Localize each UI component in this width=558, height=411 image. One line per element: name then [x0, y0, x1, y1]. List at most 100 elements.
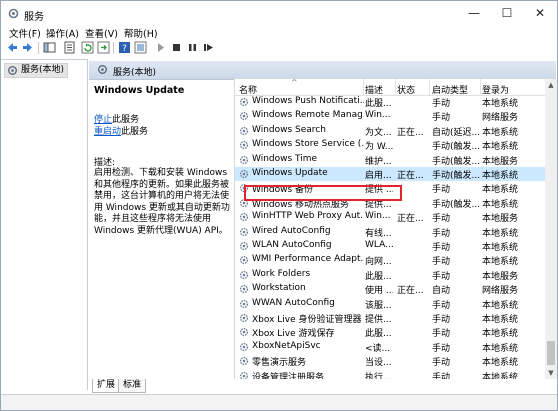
start-icon[interactable] [154, 41, 167, 54]
service-gear-icon [239, 255, 249, 265]
service-logon-as: 本地系统 [482, 128, 519, 138]
properties-icon[interactable] [63, 41, 76, 54]
maximize-button[interactable]: ☐ [492, 1, 522, 27]
table-row[interactable]: WWAN AutoConfig 该服... 手动 本地系统 [235, 297, 545, 311]
service-logon-as: 本地系统 [482, 142, 519, 152]
services-list: ^ 名称 描述 状态 启动类型 登录为 Windows Push Notific… [234, 78, 557, 379]
service-name: Windows Remote Manag... [252, 110, 364, 120]
service-startup-type: 手动 [432, 113, 451, 123]
restart-service-link[interactable]: 重启动 [94, 124, 121, 137]
table-row[interactable]: Windows Time 维护... 手动(触发... 本地服务 [235, 153, 545, 167]
service-name: Workstation [252, 283, 306, 293]
service-gear-icon [239, 169, 249, 179]
sort-ascending-icon: ^ [291, 78, 298, 87]
tab-extended[interactable]: 扩展 [92, 379, 121, 393]
stop-icon[interactable] [170, 41, 183, 54]
service-logon-as: 本地系统 [482, 329, 519, 339]
service-description: 此服... [365, 99, 392, 109]
table-row[interactable]: Windows Store Service (... 为 W... 手动(触发...… [235, 138, 545, 152]
close-button[interactable]: ✕ [525, 1, 555, 27]
service-name: Wired AutoConfig [252, 226, 331, 236]
service-description: 启用... [365, 171, 392, 181]
service-logon-as: 本地服务 [482, 157, 519, 167]
service-startup-type: 手动 [432, 257, 451, 267]
scrollbar-thumb[interactable] [547, 341, 555, 365]
service-description: 提供... [365, 315, 392, 325]
service-startup-type: 手动 [432, 185, 451, 195]
back-icon[interactable] [6, 41, 19, 54]
table-row[interactable]: Windows Search 为文... 正在... 自动(延迟... 本地系统 [235, 124, 545, 138]
table-row[interactable]: Windows Update 启用... 正在... 手动(触发... 本地系统 [235, 167, 545, 181]
scroll-down-icon[interactable]: ▼ [545, 367, 557, 379]
table-row[interactable]: WMI Performance Adapt... 向网... 手动 本地系统 [235, 253, 545, 267]
restart-icon[interactable] [202, 41, 215, 54]
service-gear-icon [239, 111, 249, 121]
service-logon-as: 本地系统 [482, 358, 519, 368]
tree-node-label: 服务(本地) [21, 65, 65, 75]
table-row[interactable]: XboxNetApiSvc <读... 手动 本地系统 [235, 340, 545, 354]
service-logon-as: 本地系统 [482, 257, 519, 267]
service-name: XboxNetApiSvc [252, 341, 321, 351]
service-logon-as: 本地系统 [482, 200, 519, 210]
table-row[interactable]: 设备管理注册服务 执行... 手动 本地系统 [235, 369, 545, 379]
service-logon-as: 本地系统 [482, 301, 519, 311]
table-row[interactable]: Windows Push Notificati... 此服... 手动 本地系统 [235, 95, 545, 109]
table-row[interactable]: Workstation 使用 ... 正在... 自动 网络服务 [235, 282, 545, 296]
export-icon[interactable] [97, 41, 110, 54]
tab-standard[interactable]: 标准 [118, 379, 147, 393]
service-gear-icon [239, 284, 249, 294]
service-startup-type: 手动 [432, 214, 451, 224]
service-logon-as: 本地系统 [482, 185, 519, 195]
services-panel: 服务(本地) Windows Update 停止 此服务 重启动 此服务 描述:… [89, 59, 557, 379]
service-gear-icon [239, 327, 249, 337]
table-row[interactable]: Xbox Live 身份验证管理器 提供... 手动 本地系统 [235, 311, 545, 325]
table-row[interactable]: WLAN AutoConfig WLA... 手动 本地系统 [235, 239, 545, 253]
service-description: 维护... [365, 157, 392, 167]
pause-icon[interactable] [186, 41, 199, 54]
menu-view[interactable]: 查看(V) [85, 26, 118, 40]
menu-help[interactable]: 帮助(H) [124, 26, 158, 40]
service-startup-type: 手动 [432, 272, 451, 282]
service-gear-icon [239, 270, 249, 280]
help-icon[interactable]: ? [118, 41, 131, 54]
service-gear-icon [239, 371, 249, 379]
show-tree-icon[interactable] [43, 41, 56, 54]
table-row[interactable]: 零售演示服务 当设... 手动 本地系统 [235, 354, 545, 368]
mmc-icon[interactable] [134, 41, 147, 54]
service-description: <读... [365, 344, 391, 354]
services-app-icon [8, 8, 19, 19]
table-row[interactable]: Work Folders 此服... 手动 本地服务 [235, 268, 545, 282]
menu-file[interactable]: 文件(F) [9, 26, 41, 40]
scroll-up-icon[interactable]: ▲ [545, 79, 557, 91]
service-startup-type: 手动 [432, 301, 451, 311]
restart-service-suffix: 此服务 [121, 127, 149, 137]
window-title: 服务 [24, 12, 44, 23]
status-bar [1, 394, 557, 410]
service-name: WLAN AutoConfig [252, 240, 332, 250]
vertical-scrollbar[interactable]: ▲ ▼ [545, 79, 557, 379]
service-description: WLA... [365, 240, 393, 250]
service-logon-as: 本地系统 [482, 373, 519, 379]
description-text: 启用检测、下载和安装 Windows 和其他程序的更新。如果此服务被禁用，这台计… [94, 168, 230, 236]
service-name: Windows Store Service (... [252, 139, 364, 149]
service-description: 为文... [365, 128, 392, 138]
service-name: Windows Search [252, 125, 326, 135]
table-row[interactable]: Wired AutoConfig 有线... 手动 本地系统 [235, 225, 545, 239]
view-tabs: 扩展 标准 [89, 379, 556, 393]
services-header-icon [98, 65, 107, 74]
forward-icon[interactable] [21, 41, 34, 54]
service-gear-icon [239, 299, 249, 309]
minimize-button[interactable]: — [459, 1, 489, 27]
svg-text:?: ? [122, 44, 127, 54]
service-startup-type: 手动 [432, 344, 451, 354]
menu-action[interactable]: 操作(A) [46, 26, 79, 40]
service-status: 正在... [397, 214, 424, 224]
service-name: WinHTTP Web Proxy Aut... [252, 211, 364, 221]
table-row[interactable]: Windows Remote Manag... Win... 手动 网络服务 [235, 109, 545, 123]
service-description: 该服... [365, 301, 392, 311]
table-row[interactable]: WinHTTP Web Proxy Aut... Win... 正在... 手动 本地服… [235, 210, 545, 224]
tree-node-services-local[interactable]: 服务(本地) [4, 63, 69, 78]
table-row[interactable]: Xbox Live 游戏保存 此服... 手动 本地系统 [235, 325, 545, 339]
refresh-icon[interactable] [81, 41, 94, 54]
service-gear-icon [239, 241, 249, 251]
